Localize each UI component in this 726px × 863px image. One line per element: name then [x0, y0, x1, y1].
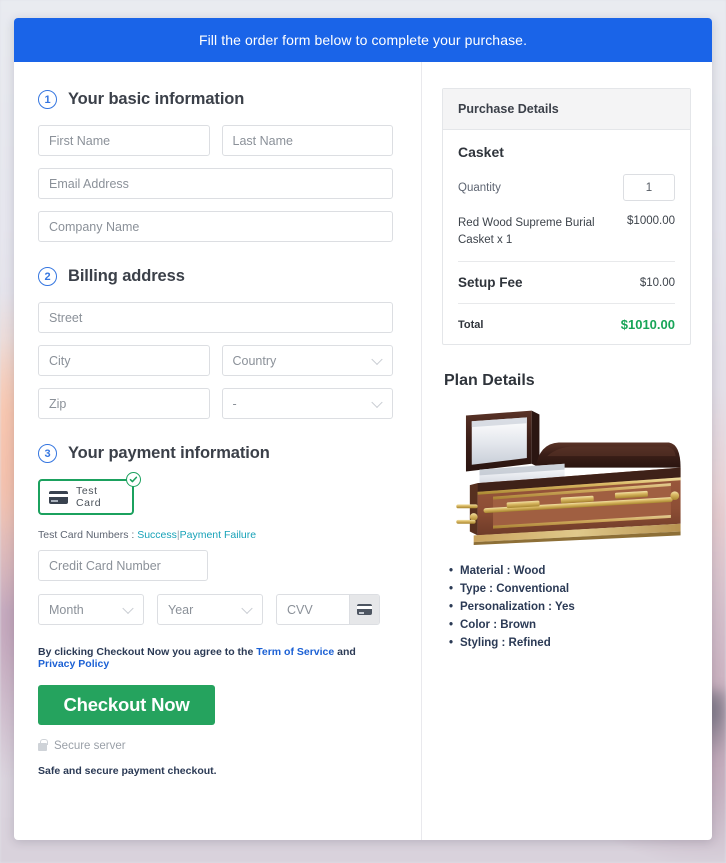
step-1-header: 1 Your basic information: [38, 90, 393, 109]
step-1-title: Your basic information: [68, 90, 245, 108]
zip-state-row: Zip -: [38, 388, 393, 419]
total-price: $1010.00: [620, 317, 675, 333]
step-3-number: 3: [38, 444, 57, 463]
cc-number-row: Credit Card Number: [38, 550, 393, 581]
street-row: Street: [38, 302, 393, 333]
product-title: Casket: [458, 144, 504, 160]
plan-spec-item: Personalization : Yes: [449, 599, 691, 617]
plan-spec-item: Type : Conventional: [449, 581, 691, 599]
plan-spec-item: Styling : Refined: [449, 635, 691, 653]
agreement-prefix: By clicking Checkout Now you agree to th…: [38, 646, 254, 658]
step-3-title: Your payment information: [68, 444, 270, 462]
banner: Fill the order form below to complete yo…: [14, 18, 712, 62]
expiry-row: Month Year CVV: [38, 594, 393, 625]
expiry-year-value: Year: [168, 602, 194, 617]
credit-card-icon: [49, 490, 68, 504]
casket-product-image: [456, 410, 681, 546]
cvv-group: CVV: [276, 594, 380, 625]
setup-fee-row: Setup Fee $10.00: [458, 275, 675, 290]
chevron-down-icon: [241, 602, 253, 614]
form-column: 1 Your basic information First Name Last…: [14, 62, 422, 840]
divider: [458, 261, 675, 263]
agreement-text: By clicking Checkout Now you agree to th…: [38, 646, 393, 670]
city-country-row: City Country: [38, 345, 393, 376]
street-input[interactable]: Street: [38, 302, 393, 333]
cvv-input[interactable]: CVV: [277, 595, 349, 624]
country-select[interactable]: Country: [221, 345, 393, 376]
divider: [458, 303, 675, 305]
terms-of-service-link[interactable]: Term of Service: [256, 646, 334, 658]
expiry-year-select[interactable]: Year: [157, 594, 263, 625]
step-2-number: 2: [38, 267, 57, 286]
zip-input[interactable]: Zip: [38, 388, 210, 419]
summary-column: Purchase Details Casket Quantity Red Woo…: [422, 62, 711, 840]
secure-server-label: Secure server: [54, 740, 126, 752]
credit-card-icon: [357, 604, 372, 615]
setup-fee-label: Setup Fee: [458, 275, 523, 291]
company-input[interactable]: Company Name: [38, 211, 393, 242]
purchase-details-body: Casket Quantity Red Wood Supreme Burial …: [443, 130, 690, 344]
step-2-header: 2 Billing address: [38, 267, 393, 286]
name-row: First Name Last Name: [38, 125, 393, 156]
checkout-now-button[interactable]: Checkout Now: [38, 685, 215, 725]
success-card-link[interactable]: Success: [137, 529, 177, 541]
quantity-input[interactable]: [623, 174, 675, 201]
total-row: Total $1010.00: [458, 317, 675, 332]
step-3-header: 3 Your payment information: [38, 444, 393, 463]
plan-specs-list: Material : Wood Type : Conventional Pers…: [442, 563, 691, 652]
test-numbers-prefix: Test Card Numbers :: [38, 529, 135, 541]
purchase-details-title: Purchase Details: [443, 89, 690, 130]
chevron-down-icon: [371, 396, 383, 408]
email-row: Email Address: [38, 168, 393, 199]
expiry-month-value: Month: [49, 602, 84, 617]
test-card-numbers-note: Test Card Numbers : Success|Payment Fail…: [38, 529, 393, 541]
privacy-policy-link[interactable]: Privacy Policy: [38, 658, 109, 670]
quantity-label: Quantity: [458, 181, 501, 194]
step-2-title: Billing address: [68, 267, 185, 285]
cvv-card-icon-addon: [349, 595, 379, 624]
plan-spec-item: Color : Brown: [449, 617, 691, 635]
plan-spec-item: Material : Wood: [449, 563, 691, 581]
secure-server-note: Secure server: [38, 739, 393, 752]
checkout-card: Fill the order form below to complete yo…: [14, 18, 712, 840]
last-name-input[interactable]: Last Name: [221, 125, 393, 156]
line-item-name: Red Wood Supreme Burial Casket x 1: [458, 217, 595, 246]
test-card-option[interactable]: Test Card: [38, 479, 134, 515]
city-input[interactable]: City: [38, 345, 210, 376]
chevron-down-icon: [371, 353, 383, 365]
line-item-price: $1000.00: [627, 215, 675, 227]
state-select-value: -: [232, 396, 237, 411]
lock-icon: [38, 739, 48, 751]
state-select[interactable]: -: [221, 388, 393, 419]
first-name-input[interactable]: First Name: [38, 125, 210, 156]
banner-text: Fill the order form below to complete yo…: [198, 32, 528, 48]
plan-details-title: Plan Details: [444, 372, 535, 390]
test-card-label: Test Card: [76, 485, 102, 509]
safe-checkout-note: Safe and secure payment checkout.: [38, 765, 217, 777]
quantity-row: Quantity: [458, 174, 675, 201]
payment-failure-card-link[interactable]: Payment Failure: [180, 529, 256, 541]
country-select-value: Country: [232, 353, 277, 368]
test-card-option-wrap: Test Card: [38, 472, 141, 515]
check-circle-icon: [126, 472, 141, 487]
company-row: Company Name: [38, 211, 393, 242]
purchase-details-panel: Purchase Details Casket Quantity Red Woo…: [442, 88, 691, 346]
setup-fee-price: $10.00: [639, 276, 675, 289]
step-1-number: 1: [38, 90, 57, 109]
chevron-down-icon: [122, 602, 134, 614]
card-body: 1 Your basic information First Name Last…: [14, 62, 712, 840]
line-item: Red Wood Supreme Burial Casket x 1 $1000…: [458, 215, 675, 248]
agreement-and: and: [337, 646, 356, 658]
credit-card-number-input[interactable]: Credit Card Number: [38, 550, 208, 581]
email-input[interactable]: Email Address: [38, 168, 393, 199]
total-label: Total: [458, 318, 484, 331]
expiry-month-select[interactable]: Month: [38, 594, 144, 625]
